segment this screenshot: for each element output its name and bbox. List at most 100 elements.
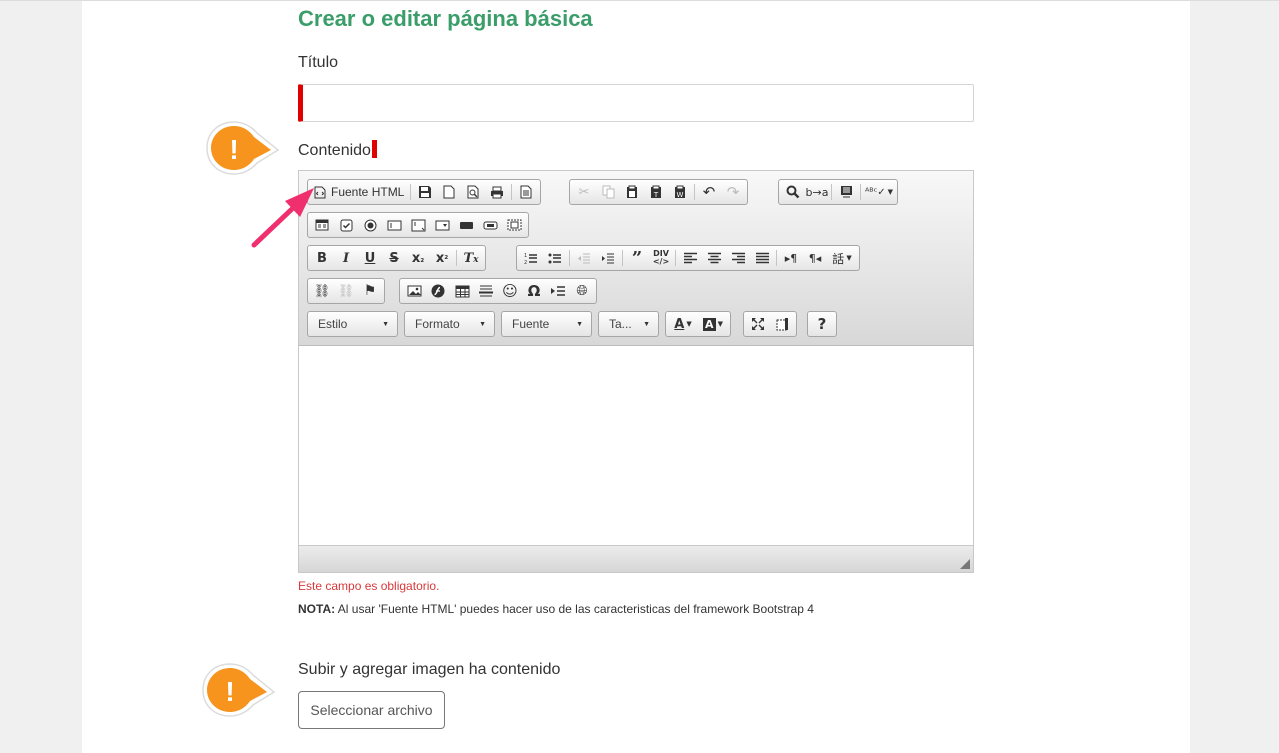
print-button[interactable] xyxy=(485,181,509,203)
paste-word-button[interactable]: W xyxy=(668,181,692,203)
select-field-button[interactable] xyxy=(430,214,454,236)
underline-button[interactable]: U xyxy=(358,247,382,269)
chevron-down-icon: ▼ xyxy=(382,320,389,328)
note-text: Al usar 'Fuente HTML' puedes hacer uso d… xyxy=(335,602,814,616)
print-icon xyxy=(491,186,504,198)
font-combo-label: Fuente xyxy=(512,317,550,331)
hidden-field-icon xyxy=(507,219,521,231)
select-all-button[interactable] xyxy=(834,181,858,203)
style-combo[interactable]: Estilo ▼ xyxy=(307,311,398,337)
table-button[interactable] xyxy=(450,280,474,302)
omega-icon: Ω xyxy=(527,282,541,300)
spellcheck-icon: ᴬᴮᶜ✓ xyxy=(864,186,886,198)
strike-button[interactable]: S xyxy=(382,247,406,269)
text-field-button[interactable] xyxy=(382,214,406,236)
link-button[interactable]: ⛓ xyxy=(310,280,334,302)
find-icon xyxy=(786,185,800,199)
remove-format-button[interactable]: Tx xyxy=(459,247,483,269)
svg-text:1: 1 xyxy=(524,253,527,259)
image-button-icon xyxy=(483,221,497,229)
image-button[interactable] xyxy=(402,280,426,302)
show-blocks-button[interactable] xyxy=(770,313,794,335)
rich-text-editor: Fuente HTML ✂ T W ↶ ↷ b→a ᴬᴮᶜ✓ ▼ B I U S… xyxy=(298,170,974,573)
toolbar-group-tools xyxy=(743,311,797,337)
source-html-button[interactable]: Fuente HTML xyxy=(310,181,408,203)
image-button-button[interactable] xyxy=(478,214,502,236)
anchor-button[interactable]: ⚑ xyxy=(358,280,382,302)
italic-icon: I xyxy=(342,250,350,266)
create-div-icon: DIV </> xyxy=(652,249,670,266)
select-file-button[interactable]: Seleccionar archivo xyxy=(298,691,445,729)
checkbox-button[interactable] xyxy=(334,214,358,236)
find-button[interactable] xyxy=(781,181,805,203)
save-button[interactable] xyxy=(413,181,437,203)
undo-button[interactable]: ↶ xyxy=(697,181,721,203)
blockquote-button[interactable]: ” xyxy=(625,247,649,269)
separator xyxy=(622,250,623,266)
size-combo[interactable]: Ta... ▼ xyxy=(598,311,659,337)
rtl-button[interactable]: ¶◂ xyxy=(803,247,827,269)
language-button[interactable]: 話 ▼ xyxy=(827,247,857,269)
redo-button[interactable]: ↷ xyxy=(721,181,745,203)
subscript-button[interactable]: x₂ xyxy=(406,247,430,269)
justify-button[interactable] xyxy=(750,247,774,269)
text-color-button[interactable]: A ▼ xyxy=(668,313,698,335)
page-break-button[interactable] xyxy=(546,280,570,302)
style-combo-label: Estilo xyxy=(318,317,348,331)
textarea-button[interactable] xyxy=(406,214,430,236)
spellcheck-button[interactable]: ᴬᴮᶜ✓ ▼ xyxy=(863,181,895,203)
format-combo[interactable]: Formato ▼ xyxy=(404,311,495,337)
page-title: Crear o editar página básica xyxy=(298,6,593,31)
outdent-button[interactable] xyxy=(572,247,596,269)
indent-button[interactable] xyxy=(596,247,620,269)
blockquote-icon: ” xyxy=(631,247,643,269)
superscript-button[interactable]: x² xyxy=(430,247,454,269)
about-button[interactable]: ? xyxy=(810,313,834,335)
titulo-input[interactable] xyxy=(298,84,974,122)
special-char-button[interactable]: Ω xyxy=(522,280,546,302)
bulleted-list-icon xyxy=(548,253,561,263)
ltr-button[interactable]: ▸¶ xyxy=(779,247,803,269)
cut-button[interactable]: ✂ xyxy=(572,181,596,203)
hidden-field-button[interactable] xyxy=(502,214,526,236)
resize-handle[interactable] xyxy=(960,559,970,569)
text-color-caret-icon: ▼ xyxy=(686,320,692,328)
new-page-button[interactable] xyxy=(437,181,461,203)
editor-content-area[interactable] xyxy=(299,346,973,545)
create-div-button[interactable]: DIV </> xyxy=(649,247,673,269)
align-center-button[interactable] xyxy=(702,247,726,269)
maximize-button[interactable] xyxy=(746,313,770,335)
replace-button[interactable]: b→a xyxy=(805,181,829,203)
separator xyxy=(831,184,832,200)
align-left-button[interactable] xyxy=(678,247,702,269)
language-icon: 話 xyxy=(832,251,845,266)
separator xyxy=(511,184,513,200)
maximize-icon xyxy=(752,318,764,330)
cut-icon: ✂ xyxy=(578,184,590,200)
templates-button[interactable] xyxy=(514,181,538,203)
unlink-button[interactable]: ⛓ xyxy=(334,280,358,302)
radio-button[interactable] xyxy=(358,214,382,236)
separator xyxy=(569,250,570,266)
iframe-button[interactable]: 🌐︎ xyxy=(570,280,594,302)
align-right-button[interactable] xyxy=(726,247,750,269)
warning-badge-contenido: ! xyxy=(206,121,280,175)
warning-badge-upload: ! xyxy=(202,663,276,717)
numbered-list-button[interactable]: 12 xyxy=(519,247,543,269)
bulleted-list-button[interactable] xyxy=(543,247,567,269)
paste-text-button[interactable]: T xyxy=(644,181,668,203)
font-combo[interactable]: Fuente ▼ xyxy=(501,311,592,337)
annotation-arrow xyxy=(251,188,314,248)
bg-color-button[interactable]: A ▼ xyxy=(698,313,728,335)
form-button-button[interactable] xyxy=(454,214,478,236)
align-right-icon xyxy=(731,252,745,264)
flash-button[interactable] xyxy=(426,280,450,302)
size-combo-label: Ta... xyxy=(609,317,632,331)
align-center-icon xyxy=(707,252,721,264)
copy-button[interactable] xyxy=(596,181,620,203)
preview-button[interactable] xyxy=(461,181,485,203)
italic-button[interactable]: I xyxy=(334,247,358,269)
paste-button[interactable] xyxy=(620,181,644,203)
horizontal-rule-button[interactable] xyxy=(474,280,498,302)
smiley-button[interactable]: ☺ xyxy=(498,280,522,302)
